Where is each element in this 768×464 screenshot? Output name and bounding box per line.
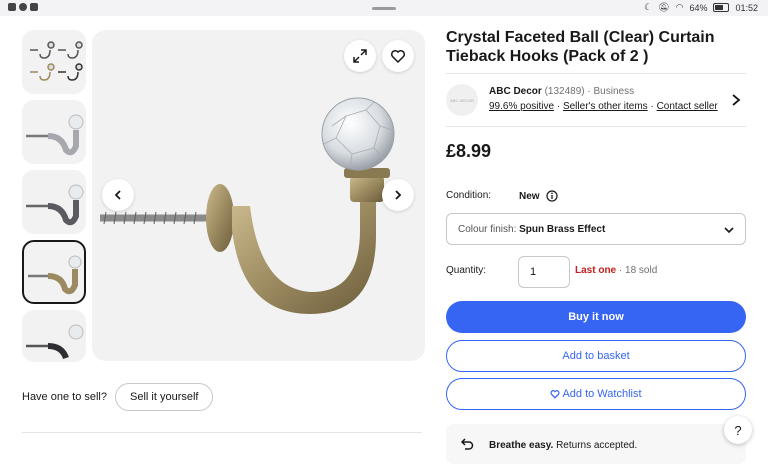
condition-value-group: New <box>519 190 558 202</box>
seller-links: 99.6% positive · Seller's other items · … <box>489 101 718 112</box>
sell-it-yourself-button[interactable]: Sell it yourself <box>115 383 214 411</box>
add-to-basket-button[interactable]: Add to basket <box>446 340 746 372</box>
select-label-group: Colour finish: Spun Brass Effect <box>458 224 605 235</box>
app-icon <box>30 3 38 11</box>
status-bar: ☾ 🔕︎ ◠ 64% 01:52 <box>0 0 768 16</box>
status-icons-left <box>8 3 38 11</box>
seller-type: · Business <box>587 86 635 97</box>
expand-icon <box>353 49 367 63</box>
product-title: Crystal Faceted Ball (Clear) Curtain Tie… <box>446 29 715 65</box>
settings-icon <box>19 3 27 11</box>
moon-icon: ☾ <box>644 2 653 12</box>
colour-finish-label: Colour finish: <box>458 224 517 235</box>
chevron-right-icon <box>732 94 741 106</box>
wifi-icon: ◠ <box>675 2 684 12</box>
status-icons-right: ☾ 🔕︎ ◠ 64% 01:52 <box>644 2 758 13</box>
price: £8.99 <box>446 141 492 161</box>
add-to-watchlist-button[interactable]: Add to Watchlist <box>446 378 746 410</box>
returns-text: Breathe easy. Returns accepted. <box>489 440 637 451</box>
thumbnail-4[interactable] <box>22 240 86 304</box>
heart-icon <box>550 390 560 399</box>
divider <box>446 73 746 74</box>
help-button[interactable]: ? <box>724 416 752 444</box>
separator: · <box>556 101 561 112</box>
seller-card[interactable]: ABC DECOR ABC Decor (132489) · Business … <box>446 83 746 117</box>
colour-finish-select[interactable]: Colour finish: Spun Brass Effect <box>446 213 746 245</box>
separator: · <box>650 101 654 112</box>
returns-banner: Breathe easy. Returns accepted. <box>446 424 746 464</box>
chevron-left-icon <box>114 190 121 200</box>
notification-icon <box>8 3 16 11</box>
info-icon[interactable] <box>545 190 558 202</box>
clock: 01:52 <box>735 2 758 13</box>
stock-status: Last one <box>575 265 617 276</box>
thumbnail-1[interactable] <box>22 30 86 94</box>
returns-detail: Returns accepted. <box>556 440 638 451</box>
seller-name: ABC Decor <box>489 86 542 97</box>
quantity-input[interactable]: 1 <box>518 256 570 288</box>
colour-finish-value: Spun Brass Effect <box>519 224 606 235</box>
sell-question: Have one to sell? <box>22 391 107 403</box>
sell-your-own: Have one to sell? Sell it yourself <box>22 383 214 411</box>
return-arrow-icon <box>460 438 474 450</box>
seller-feedback-count: (132489) <box>544 86 585 97</box>
chevron-right-icon <box>395 190 402 200</box>
condition-value: New <box>519 190 540 202</box>
next-image-button[interactable] <box>382 179 414 211</box>
product-illustration <box>100 97 395 314</box>
mute-icon: 🔕︎ <box>658 2 670 12</box>
returns-bold: Breathe easy. <box>489 440 554 451</box>
divider <box>22 432 422 433</box>
seller-other-items-link[interactable]: Seller's other items <box>563 101 648 112</box>
stock-info: Last one · 18 sold <box>575 265 657 276</box>
favorite-button[interactable] <box>382 40 414 72</box>
battery-icon <box>713 3 730 12</box>
watchlist-label: Add to Watchlist <box>562 388 642 400</box>
divider <box>446 126 746 127</box>
thumbnail-3[interactable] <box>22 170 86 234</box>
contact-seller-link[interactable]: Contact seller <box>657 101 718 112</box>
buy-it-now-button[interactable]: Buy it now <box>446 301 746 333</box>
thumbnail-2[interactable] <box>22 100 86 164</box>
drag-handle[interactable] <box>372 7 396 10</box>
quantity-label: Quantity: <box>446 265 487 276</box>
previous-image-button[interactable] <box>102 179 134 211</box>
seller-logo: ABC DECOR <box>446 84 478 116</box>
thumbnail-5[interactable] <box>22 310 86 362</box>
expand-button[interactable] <box>344 40 376 72</box>
seller-info: ABC Decor (132489) · Business <box>489 86 634 97</box>
chevron-down-icon <box>724 227 734 234</box>
main-product-image[interactable] <box>92 30 425 361</box>
battery-percent: 64% <box>689 2 708 13</box>
positive-feedback-link[interactable]: 99.6% positive <box>489 101 554 112</box>
condition-label: Condition: <box>446 190 492 201</box>
sold-count: · 18 sold <box>618 265 658 276</box>
heart-icon <box>390 49 406 64</box>
thumbnail-strip <box>22 30 86 368</box>
